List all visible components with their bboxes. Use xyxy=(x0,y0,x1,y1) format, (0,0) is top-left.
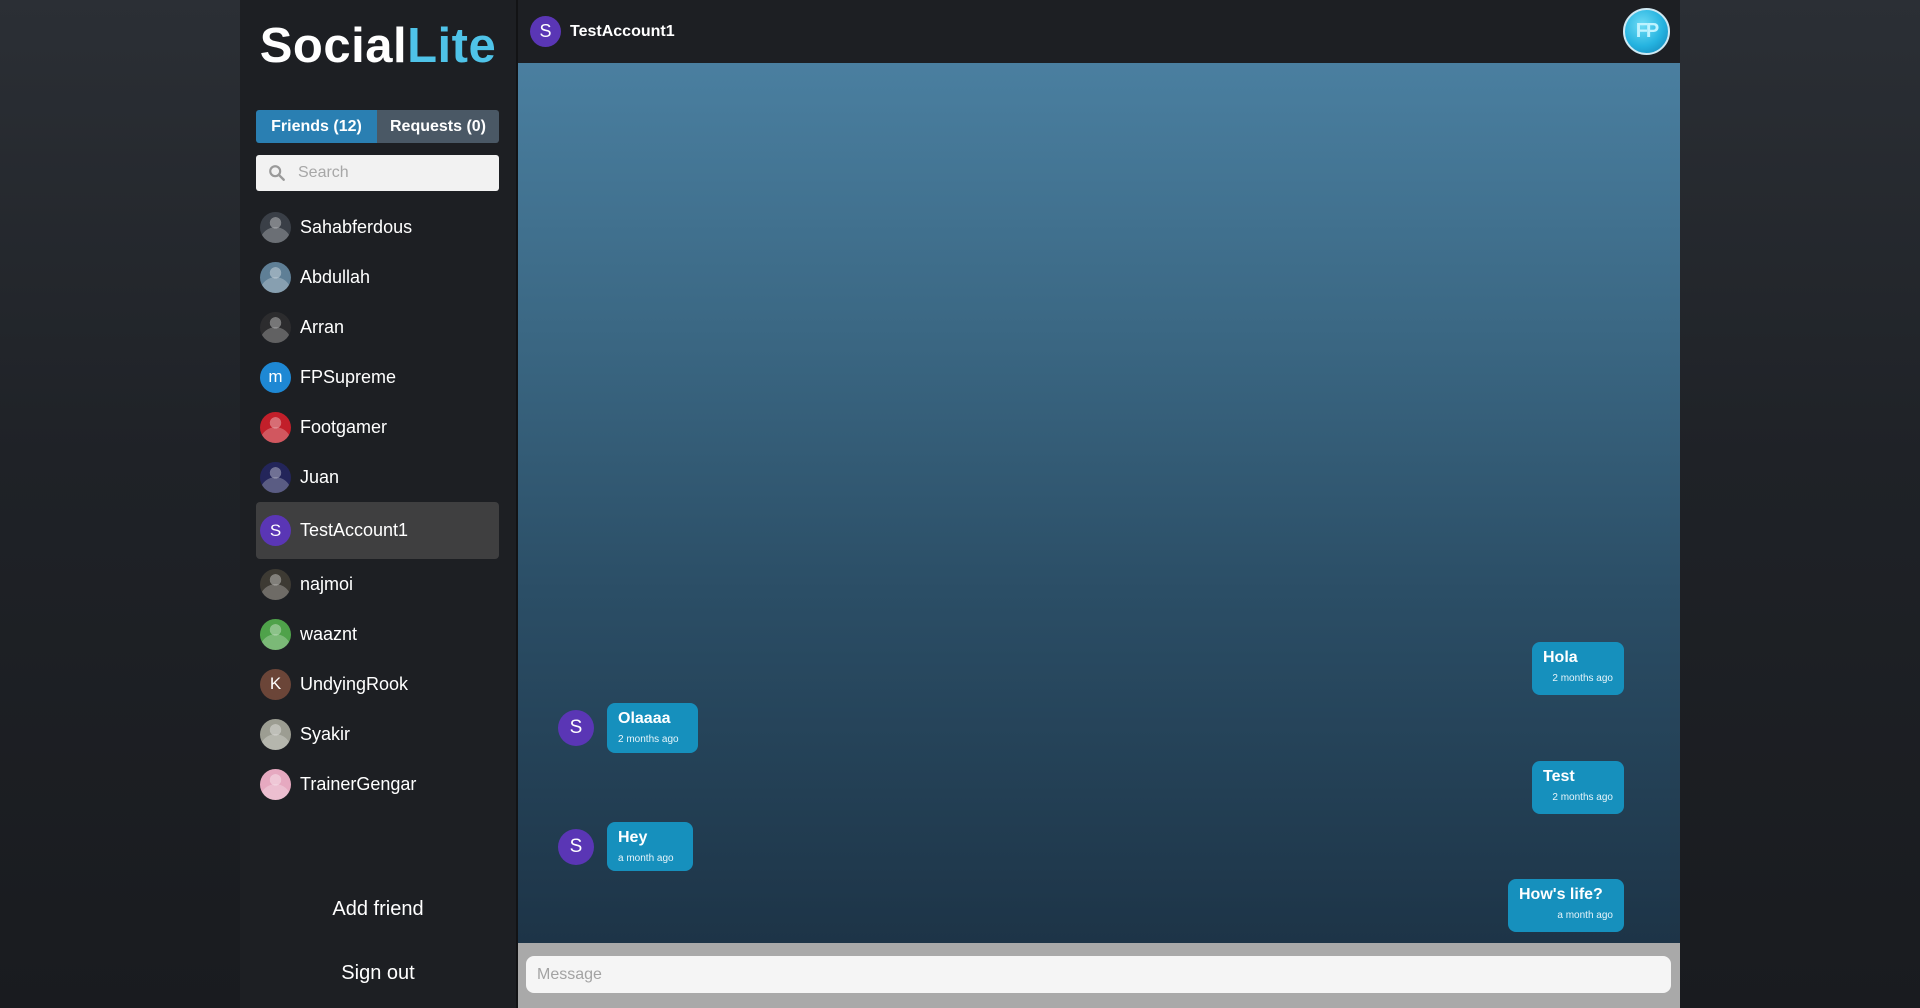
friend-avatar: S xyxy=(260,515,291,546)
friend-item[interactable]: Abdullah xyxy=(256,252,499,302)
sidebar: SocialLite Friends (12) Requests (0) Sah… xyxy=(240,0,516,1008)
tab-friends[interactable]: Friends (12) xyxy=(256,110,377,143)
sign-out-button[interactable]: Sign out xyxy=(240,962,516,985)
message-text: Test xyxy=(1543,768,1575,785)
friend-name: FPSupreme xyxy=(300,366,397,387)
search-input[interactable] xyxy=(296,163,490,183)
friend-avatar: K xyxy=(260,668,291,700)
friends-tabs: Friends (12) Requests (0) xyxy=(256,110,499,143)
friend-avatar xyxy=(260,718,291,750)
app-logo: SocialLite xyxy=(240,18,516,74)
friend-avatar xyxy=(260,211,291,243)
friend-name: TrainerGengar xyxy=(300,773,417,794)
add-friend-button[interactable]: Add friend xyxy=(240,898,516,921)
friend-avatar xyxy=(260,311,291,343)
message-text: Hola xyxy=(1543,649,1578,666)
friend-name: Syakir xyxy=(300,723,351,744)
message-area[interactable]: Hola 2 months ago S Olaaaa 2 months ago … xyxy=(518,63,1680,943)
message-bubble: Olaaaa 2 months ago xyxy=(607,703,698,753)
message-text: Hey xyxy=(618,829,648,846)
message-composer xyxy=(518,943,1680,1008)
friend-item[interactable]: S TestAccount1 xyxy=(256,502,499,559)
friend-list: Sahabferdous Abdullah Arran m FPSupreme Footg… xyxy=(256,202,499,809)
message-text: How's life? xyxy=(1519,886,1603,903)
friend-avatar: m xyxy=(260,361,291,393)
friend-avatar xyxy=(260,618,291,650)
chat-contact-name: TestAccount1 xyxy=(570,22,675,40)
message-row: S Olaaaa 2 months ago xyxy=(558,703,698,753)
friend-item[interactable]: Juan xyxy=(256,452,499,502)
sender-avatar: S xyxy=(558,710,594,746)
friend-name: waaznt xyxy=(300,623,358,644)
message-input[interactable] xyxy=(526,956,1671,993)
friend-item[interactable]: TrainerGengar xyxy=(256,759,499,809)
profile-avatar[interactable]: FP xyxy=(1623,8,1670,55)
message-row: Hola 2 months ago xyxy=(1532,642,1624,695)
search-icon xyxy=(269,165,285,181)
message-bubble: Hola 2 months ago xyxy=(1532,642,1624,695)
message-row: Test 2 months ago xyxy=(1532,761,1624,814)
friend-item[interactable]: m FPSupreme xyxy=(256,352,499,402)
friend-item[interactable]: Arran xyxy=(256,302,499,352)
message-bubble: Hey a month ago xyxy=(607,822,693,871)
friend-item[interactable]: Footgamer xyxy=(256,402,499,452)
logo-text-part2: Lite xyxy=(407,19,497,73)
friend-item[interactable]: K UndyingRook xyxy=(256,659,499,709)
friend-name: najmoi xyxy=(300,573,354,594)
friend-name: Abdullah xyxy=(300,266,371,287)
friend-item[interactable]: Sahabferdous xyxy=(256,202,499,252)
message-bubble: Test 2 months ago xyxy=(1532,761,1624,814)
search-box xyxy=(256,155,499,191)
friend-name: UndyingRook xyxy=(300,673,409,694)
message-timestamp: 2 months ago xyxy=(618,734,679,745)
message-row: How's life? a month ago xyxy=(1508,879,1624,932)
friend-avatar xyxy=(260,411,291,443)
chat-header: S TestAccount1 FP xyxy=(518,0,1680,63)
logo-text-part1: Social xyxy=(259,19,408,73)
friend-item[interactable]: waaznt xyxy=(256,609,499,659)
friend-item[interactable]: najmoi xyxy=(256,559,499,609)
message-text: Olaaaa xyxy=(618,710,671,727)
friend-name: Footgamer xyxy=(300,416,388,437)
tab-requests[interactable]: Requests (0) xyxy=(377,110,499,143)
message-timestamp: 2 months ago xyxy=(1552,673,1613,684)
chat-contact-avatar[interactable]: S xyxy=(530,16,561,47)
friend-avatar xyxy=(260,568,291,600)
message-row: S Hey a month ago xyxy=(558,822,693,871)
friend-avatar xyxy=(260,768,291,800)
chat-panel: S TestAccount1 FP Hola 2 months ago S Ol… xyxy=(516,0,1680,1008)
message-bubble: How's life? a month ago xyxy=(1508,879,1624,932)
message-timestamp: a month ago xyxy=(1557,910,1613,921)
friend-avatar xyxy=(260,461,291,493)
message-timestamp: 2 months ago xyxy=(1552,792,1613,803)
message-timestamp: a month ago xyxy=(618,853,674,864)
profile-avatar-initials: FP xyxy=(1635,20,1660,42)
friend-name: Arran xyxy=(300,316,345,337)
friend-item[interactable]: Syakir xyxy=(256,709,499,759)
sender-avatar: S xyxy=(558,829,594,865)
friend-avatar xyxy=(260,261,291,293)
friend-name: Juan xyxy=(300,466,340,487)
friend-name: Sahabferdous xyxy=(300,216,413,237)
friend-name: TestAccount1 xyxy=(300,520,409,540)
